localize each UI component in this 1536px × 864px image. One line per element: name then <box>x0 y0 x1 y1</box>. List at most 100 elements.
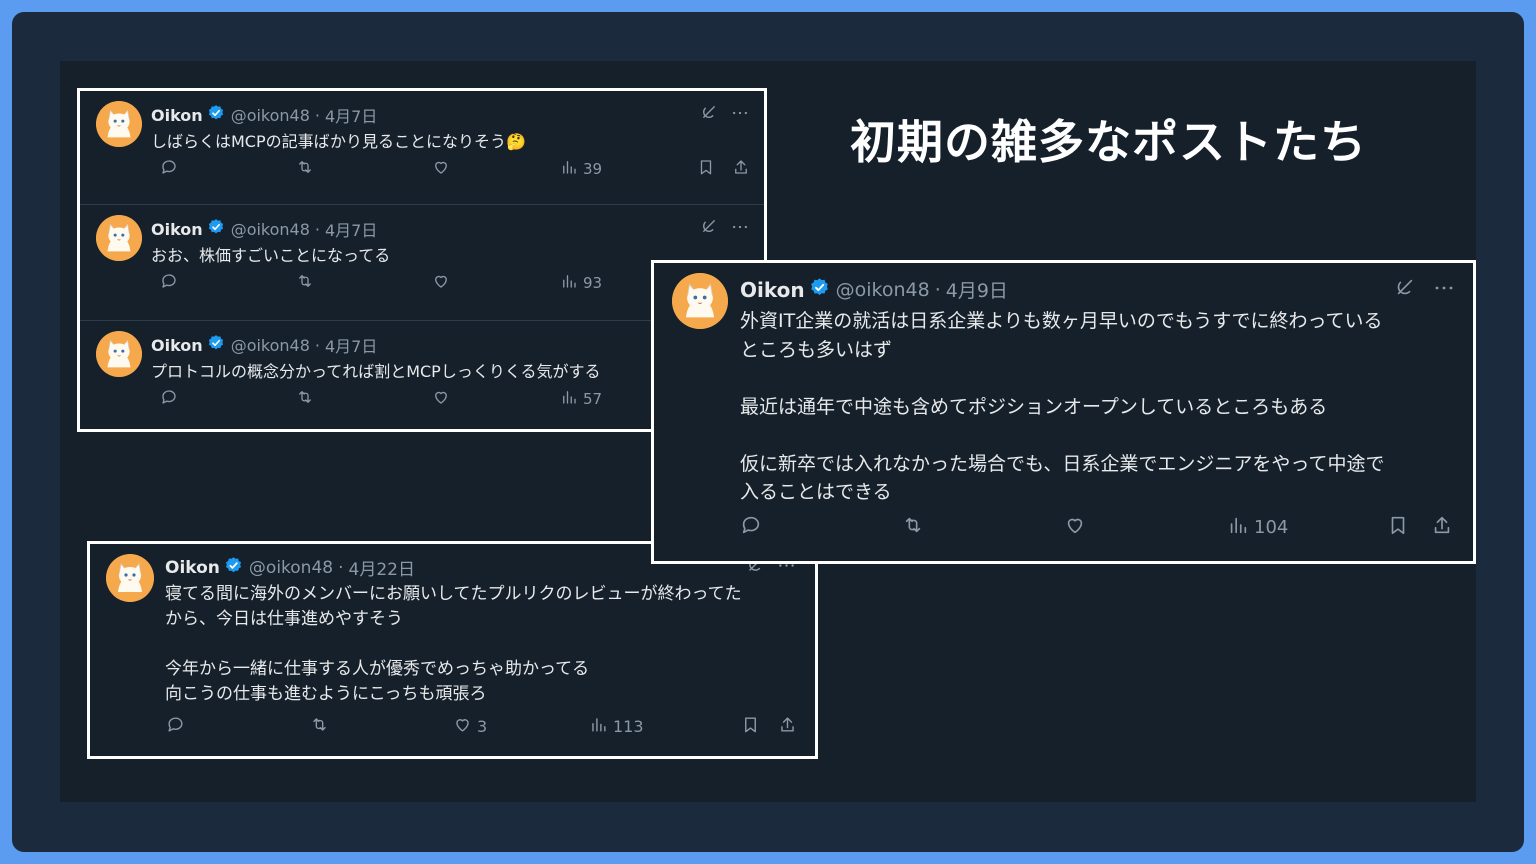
share-icon <box>732 158 750 180</box>
slide-title: 初期の雑多なポストたち <box>850 115 1367 169</box>
post-date[interactable]: 4月9日 <box>946 276 1008 303</box>
like-icon <box>432 272 450 294</box>
post-date[interactable]: 4月22日 <box>349 555 415 580</box>
post-top-icons <box>700 103 718 121</box>
views-count: 104 <box>1254 517 1289 538</box>
author-handle[interactable]: @oikon48 <box>231 220 310 239</box>
separator: · <box>934 278 941 301</box>
post-header: Oikon @oikon48 · 4月7日 <box>151 217 377 241</box>
reply-button[interactable] <box>740 514 762 541</box>
avatar[interactable] <box>96 101 142 147</box>
post[interactable]: Oikon @oikon48 · 4月7日しばらくはMCPの記事ばかり見ることになりそ… <box>80 91 764 204</box>
reply-button[interactable] <box>160 388 178 410</box>
bookmark-button[interactable] <box>741 715 760 738</box>
grok-icon[interactable] <box>700 217 718 235</box>
author-handle[interactable]: @oikon48 <box>231 106 310 125</box>
retweet-icon <box>902 514 924 541</box>
like-button[interactable] <box>432 158 450 180</box>
bookmark-icon <box>697 158 715 180</box>
avatar[interactable] <box>96 331 142 377</box>
avatar[interactable] <box>106 554 154 602</box>
post-top-icons <box>1394 276 1416 298</box>
author-handle[interactable]: @oikon48 <box>249 558 333 578</box>
views-count: 57 <box>583 390 603 408</box>
separator: · <box>314 335 320 355</box>
author-handle[interactable]: @oikon48 <box>231 336 310 355</box>
bookmark-button[interactable] <box>697 158 715 180</box>
more-icon[interactable] <box>1432 276 1456 300</box>
verified-badge-icon <box>207 104 225 126</box>
author-name[interactable]: Oikon <box>740 278 805 302</box>
post[interactable]: Oikon @oikon48 · 4月9日 外資IT企業の就活は日系企業よりも数ヶ月早い… <box>654 263 1473 561</box>
share-icon <box>778 715 797 738</box>
more-icon[interactable] <box>730 103 750 123</box>
repost-button[interactable] <box>310 715 329 738</box>
avatar[interactable] <box>96 215 142 261</box>
post-date[interactable]: 4月7日 <box>325 333 377 357</box>
share-button[interactable] <box>1431 514 1453 541</box>
like-button[interactable]: 3 <box>453 715 487 738</box>
avatar[interactable] <box>672 273 728 329</box>
reply-button[interactable] <box>160 272 178 294</box>
grok-icon[interactable] <box>1394 276 1416 298</box>
post-header: Oikon @oikon48 · 4月22日 <box>165 555 415 580</box>
grok-icon[interactable] <box>700 103 718 121</box>
share-button[interactable] <box>732 158 750 180</box>
separator: · <box>338 557 344 578</box>
reply-icon <box>160 272 178 294</box>
post-text: 寝てる間に海外のメンバーにお願いしてたプルリクのレビューが終わってた から、今日… <box>165 584 742 704</box>
views-button[interactable]: 57 <box>560 388 602 410</box>
views-button[interactable]: 113 <box>589 715 644 738</box>
views-icon <box>560 272 578 294</box>
views-count: 39 <box>583 160 603 178</box>
reply-icon <box>160 158 178 180</box>
post-card-large: Oikon @oikon48 · 4月9日 外資IT企業の就活は日系企業よりも数ヶ月早い… <box>651 260 1476 564</box>
likes-count: 3 <box>477 716 488 736</box>
like-button[interactable] <box>1064 514 1086 541</box>
views-count: 113 <box>613 716 644 736</box>
bookmark-icon <box>1387 514 1409 541</box>
retweet-icon <box>310 715 329 738</box>
share-icon <box>1431 514 1453 541</box>
bookmark-button[interactable] <box>1387 514 1409 541</box>
post-header: Oikon @oikon48 · 4月9日 <box>740 276 1008 303</box>
post-date[interactable]: 4月7日 <box>325 103 377 127</box>
bookmark-icon <box>741 715 760 738</box>
reply-button[interactable] <box>160 158 178 180</box>
author-name[interactable]: Oikon <box>151 106 203 125</box>
like-icon <box>453 715 472 738</box>
share-button[interactable] <box>778 715 797 738</box>
views-icon <box>1227 514 1249 541</box>
reply-icon <box>740 514 762 541</box>
author-name[interactable]: Oikon <box>151 336 203 355</box>
post-top-icons <box>700 217 718 235</box>
views-button[interactable]: 39 <box>560 158 602 180</box>
reply-icon <box>160 388 178 410</box>
author-handle[interactable]: @oikon48 <box>836 279 930 301</box>
like-button[interactable] <box>432 388 450 410</box>
post-date[interactable]: 4月7日 <box>325 217 377 241</box>
post-header: Oikon @oikon48 · 4月7日 <box>151 103 377 127</box>
author-name[interactable]: Oikon <box>151 220 203 239</box>
separator: · <box>314 105 320 125</box>
author-name[interactable]: Oikon <box>165 558 220 578</box>
views-button[interactable]: 93 <box>560 272 602 294</box>
views-count: 93 <box>583 274 603 292</box>
repost-button[interactable] <box>296 272 314 294</box>
repost-button[interactable] <box>902 514 924 541</box>
views-icon <box>560 388 578 410</box>
post-header: Oikon @oikon48 · 4月7日 <box>151 333 377 357</box>
post[interactable]: Oikon @oikon48 · 4月22日寝てる間に海外のメンバーにお願いしてたプル… <box>90 544 815 756</box>
retweet-icon <box>296 388 314 410</box>
views-icon <box>560 158 578 180</box>
like-icon <box>1064 514 1086 541</box>
reply-button[interactable] <box>166 715 185 738</box>
post-card: Oikon @oikon48 · 4月22日寝てる間に海外のメンバーにお願いしてたプル… <box>87 541 818 759</box>
repost-button[interactable] <box>296 388 314 410</box>
post-text: しばらくはMCPの記事ばかり見ることになりそう🤔 <box>151 132 526 151</box>
like-button[interactable] <box>432 272 450 294</box>
views-button[interactable]: 104 <box>1227 514 1288 541</box>
separator: · <box>314 219 320 239</box>
repost-button[interactable] <box>296 158 314 180</box>
more-icon[interactable] <box>730 217 750 237</box>
